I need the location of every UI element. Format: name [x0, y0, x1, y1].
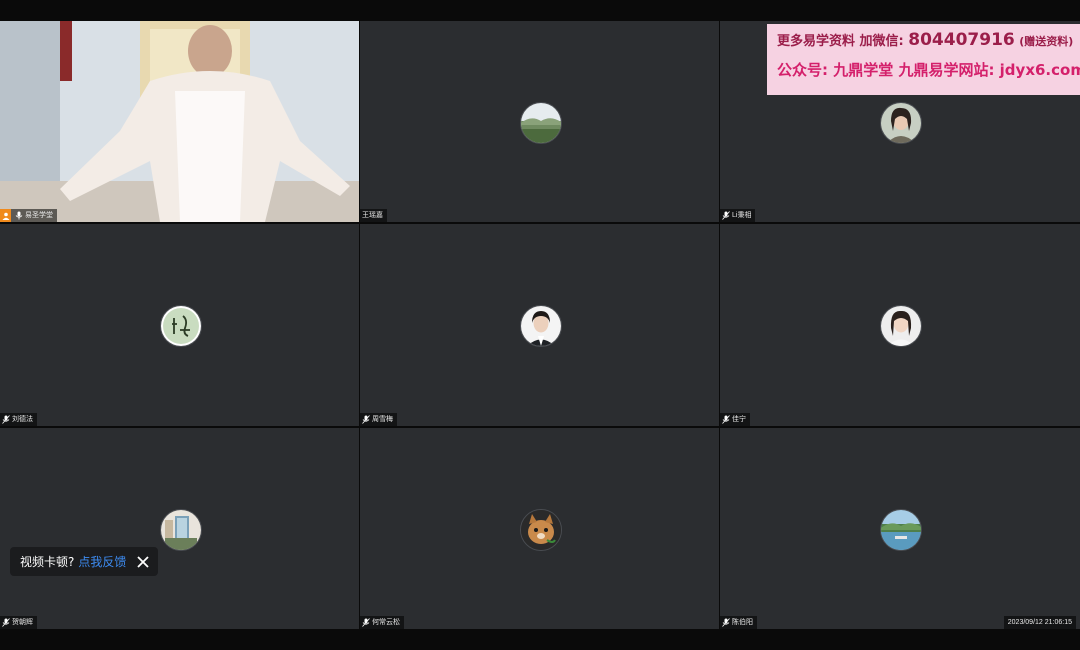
participant-name-tag: 佳宁	[720, 413, 750, 426]
video-grid: 易圣学堂 王瑶嘉 Li秉相 刘德法 周雪梅 佳宁 贺朝辉 何常云松 陈伯阳 20…	[0, 21, 1080, 629]
mic-on-icon	[15, 211, 23, 220]
feedback-link[interactable]: 点我反馈	[78, 553, 126, 570]
host-video-feed	[0, 21, 359, 222]
participant-name-tag: 周雪梅	[360, 413, 397, 426]
participant-tile[interactable]: 刘德法	[0, 224, 359, 426]
participant-name: 何常云松	[372, 619, 400, 626]
participant-name: 易圣学堂	[25, 212, 53, 219]
promo-gift-note: (赠送资料)	[1019, 35, 1074, 48]
mic-muted-icon	[362, 415, 370, 424]
recording-timestamp: 2023/09/12 21:06:15	[1003, 616, 1076, 629]
participant-name: 陈伯阳	[732, 619, 753, 626]
participant-name-tag: 刘德法	[0, 413, 37, 426]
mic-muted-icon	[362, 618, 370, 627]
participant-name-tag: 易圣学堂	[0, 209, 57, 222]
woman-avatar	[880, 101, 922, 144]
participant-name: 周雪梅	[372, 416, 393, 423]
promo-wechat-label: 更多易学资料 加微信:	[777, 34, 904, 49]
participant-tile[interactable]: 佳宁	[720, 224, 1080, 426]
participant-name-tag: 何常云松	[360, 616, 404, 629]
cat-avatar	[519, 508, 562, 551]
participant-name-tag: 王瑶嘉	[360, 209, 387, 222]
promo-banner: 更多易学资料 加微信: 804407916 (赠送资料) 公众号: 九鼎学堂 九…	[767, 24, 1080, 95]
calligraphy-avatar	[159, 305, 202, 347]
promo-wechat-number: 804407916	[908, 30, 1015, 50]
close-icon[interactable]	[136, 555, 150, 569]
participant-name-tag: 陈伯阳	[720, 616, 757, 629]
participant-name: 刘德法	[12, 416, 33, 423]
participant-name-tag: Li秉相	[720, 209, 756, 222]
toast-question: 视频卡顿?	[20, 555, 75, 569]
host-person-icon	[0, 209, 11, 222]
participant-name: Li秉相	[732, 212, 752, 219]
participant-tile[interactable]: 何常云松	[360, 428, 719, 629]
mic-muted-icon	[722, 415, 730, 424]
portrait-avatar	[519, 305, 562, 347]
mic-muted-icon	[2, 415, 10, 424]
participant-name-tag: 贺朝辉	[0, 616, 37, 629]
participant-name: 王瑶嘉	[362, 212, 383, 219]
woman-avatar-2	[880, 305, 922, 347]
participant-name: 佳宁	[732, 416, 746, 423]
mic-muted-icon	[722, 618, 730, 627]
lake-avatar	[880, 508, 922, 551]
room-avatar	[159, 508, 202, 551]
mic-muted-icon	[722, 211, 730, 220]
participant-tile-host[interactable]: 易圣学堂	[0, 21, 359, 222]
landscape-avatar	[519, 101, 562, 144]
mic-muted-icon	[2, 618, 10, 627]
promo-line-2: 公众号: 九鼎学堂 九鼎易学网站: jdyx6.com	[777, 61, 1080, 79]
promo-line-1: 更多易学资料 加微信: 804407916 (赠送资料)	[777, 30, 1080, 50]
participant-tile[interactable]: 贺朝辉	[0, 428, 359, 629]
participant-tile[interactable]: 陈伯阳 2023/09/12 21:06:15	[720, 428, 1080, 629]
video-lag-feedback-toast: 视频卡顿? 点我反馈	[10, 547, 158, 576]
participant-name: 贺朝辉	[12, 619, 33, 626]
participant-tile[interactable]: 周雪梅	[360, 224, 719, 426]
participant-tile[interactable]: 王瑶嘉	[360, 21, 719, 222]
